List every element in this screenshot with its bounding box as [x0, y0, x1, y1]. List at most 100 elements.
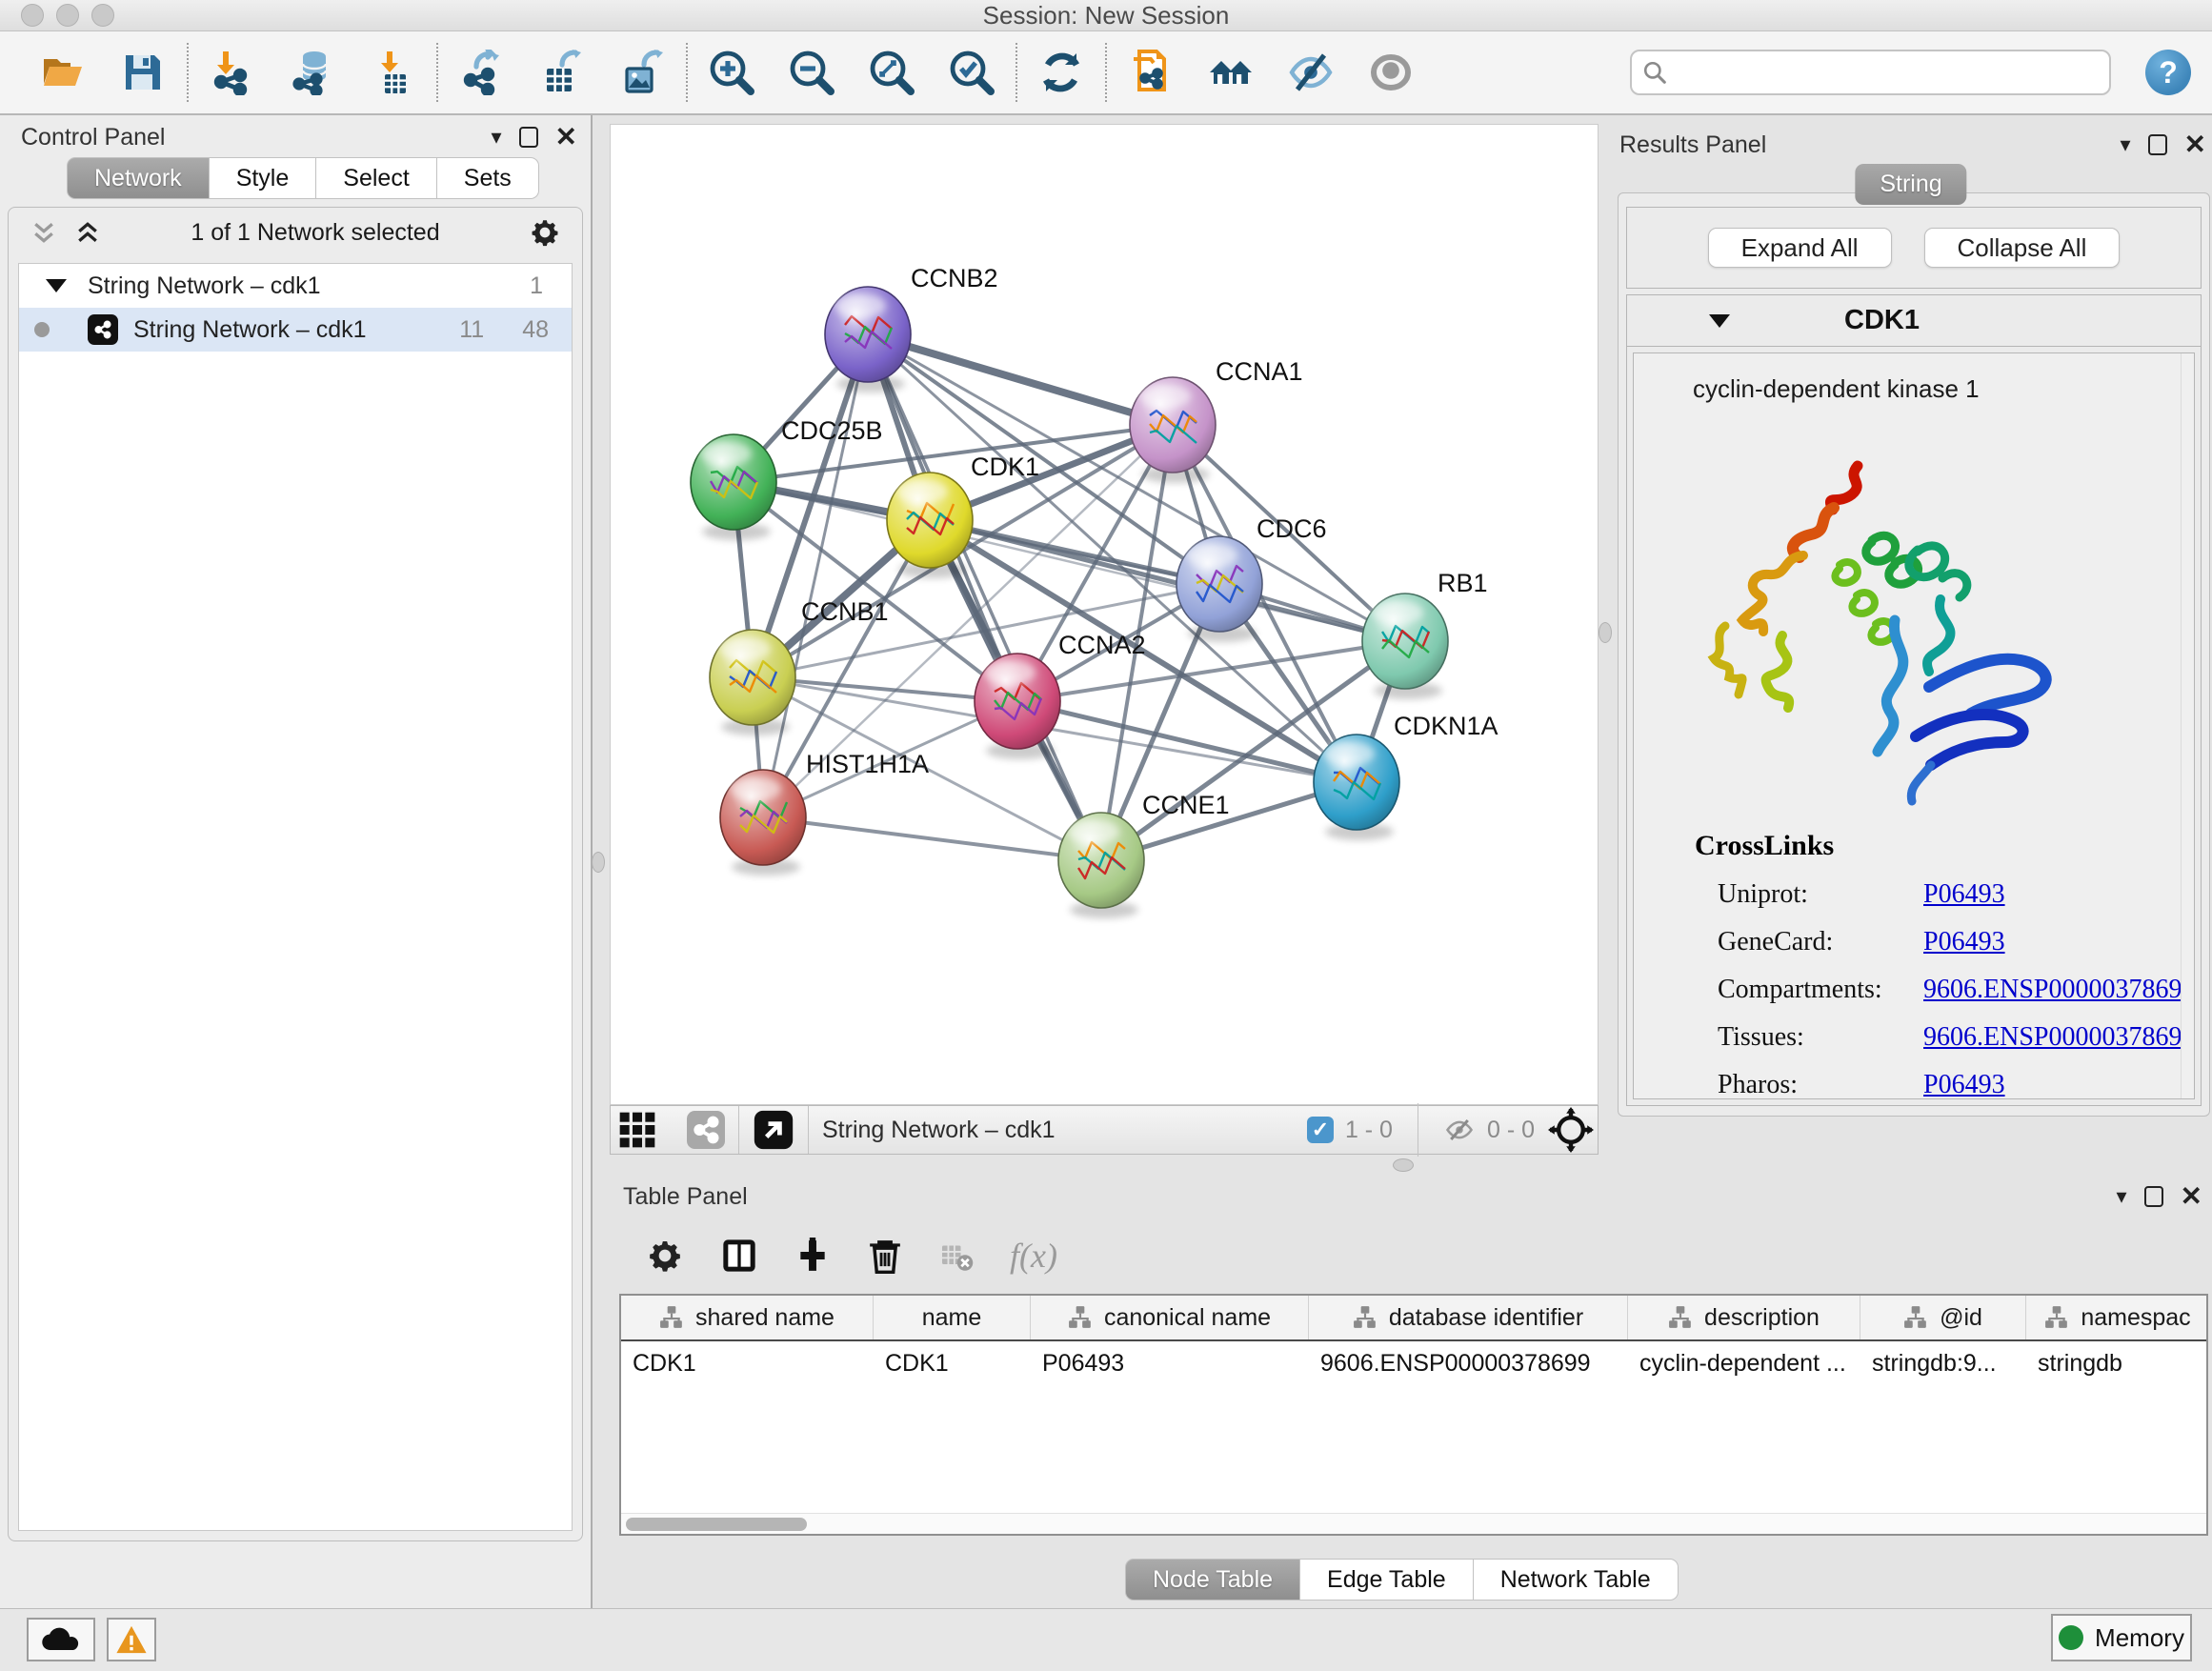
export-table-icon[interactable] [537, 46, 587, 99]
network-view[interactable]: CCNB2CCNA1CDC25BCDK1CDC6RB1CCNB1CCNA2CDK… [610, 124, 1599, 1105]
column-header-name[interactable]: name [874, 1296, 1031, 1339]
table-options-gear-icon[interactable] [646, 1237, 684, 1275]
network-node-cdk1[interactable]: CDK1 [887, 453, 1039, 578]
tab-edge-table[interactable]: Edge Table [1300, 1559, 1474, 1601]
panel-collapse-icon[interactable]: ▾ [491, 127, 501, 148]
birds-eye-icon[interactable] [1546, 1103, 1596, 1157]
network-edge[interactable] [763, 817, 1101, 860]
memory-button[interactable]: Memory [2051, 1614, 2192, 1661]
grid-view-icon[interactable] [618, 1103, 656, 1157]
selected-checkbox-icon[interactable]: ✓ [1307, 1117, 1334, 1143]
tab-network[interactable]: Network [67, 157, 210, 199]
crosslink-link[interactable]: 9606.ENSP00000378699 [1923, 975, 2195, 1005]
network-row[interactable]: String Network – cdk1 11 48 [19, 308, 572, 352]
tab-string[interactable]: String [1855, 164, 1966, 205]
zoom-fit-icon[interactable] [867, 46, 916, 99]
panel-close-icon[interactable]: ✕ [555, 124, 577, 151]
table-cell[interactable]: stringdb:9... [1860, 1350, 2026, 1378]
panel-close-icon[interactable]: ✕ [2181, 1183, 2202, 1210]
network-node-rb1[interactable]: RB1 [1362, 569, 1488, 699]
panel-float-icon[interactable] [2148, 134, 2167, 155]
tab-sets[interactable]: Sets [437, 157, 539, 199]
tab-style[interactable]: Style [210, 157, 317, 199]
network-node-ccnb1[interactable]: CCNB1 [710, 597, 889, 735]
add-column-icon[interactable] [794, 1238, 831, 1274]
table-hscrollbar[interactable] [621, 1513, 2206, 1534]
gene-header[interactable]: CDK1 [1627, 295, 2201, 347]
column-header-label: shared name [695, 1304, 835, 1332]
column-header-namespac[interactable]: namespac [2026, 1296, 2208, 1339]
network-collection-row[interactable]: String Network – cdk1 1 [19, 264, 572, 308]
string-home-icon[interactable] [1206, 46, 1256, 99]
save-session-icon[interactable] [118, 46, 168, 99]
zoom-out-icon[interactable] [787, 46, 836, 99]
column-header-shared-name[interactable]: shared name [621, 1296, 874, 1339]
share-document-icon[interactable] [1126, 46, 1176, 99]
table-cell[interactable]: CDK1 [621, 1350, 874, 1378]
detach-view-icon[interactable] [753, 1103, 794, 1157]
zoom-in-icon[interactable] [707, 46, 756, 99]
import-network-file-icon[interactable] [208, 46, 257, 99]
panel-collapse-icon[interactable]: ▾ [2120, 134, 2130, 155]
network-node-cdc6[interactable]: CDC6 [1176, 514, 1327, 642]
network-options-gear-icon[interactable] [529, 216, 561, 249]
string-view-icon[interactable] [687, 1103, 725, 1157]
results-scrollbar[interactable] [2181, 353, 2194, 1098]
table-cell[interactable]: cyclin-dependent ... [1628, 1350, 1860, 1378]
network-node-ccne1[interactable]: CCNE1 [1058, 791, 1230, 918]
crosslink-link[interactable]: P06493 [1923, 879, 2005, 910]
export-network-icon[interactable] [457, 46, 507, 99]
column-header-database-identifier[interactable]: database identifier [1309, 1296, 1628, 1339]
expand-all-icon[interactable] [73, 218, 102, 247]
table-cell[interactable]: CDK1 [874, 1350, 1031, 1378]
delete-column-icon[interactable] [867, 1238, 903, 1274]
tab-network-table[interactable]: Network Table [1474, 1559, 1679, 1601]
panel-float-icon[interactable] [519, 127, 538, 148]
zoom-selected-icon[interactable] [947, 46, 996, 99]
open-session-icon[interactable] [38, 46, 88, 99]
crosslink-link[interactable]: P06493 [1923, 1070, 2005, 1099]
eye-icon[interactable] [1366, 46, 1416, 99]
import-table-file-icon[interactable] [368, 46, 417, 99]
panel-collapse-icon[interactable]: ▾ [2116, 1186, 2126, 1207]
panel-close-icon[interactable]: ✕ [2184, 131, 2206, 158]
show-columns-icon[interactable] [720, 1237, 758, 1275]
import-network-database-icon[interactable] [288, 46, 337, 99]
collapse-all-button[interactable]: Collapse All [1924, 228, 2121, 268]
collection-expander-icon[interactable] [46, 279, 67, 292]
table-cell[interactable]: 9606.ENSP00000378699 [1309, 1350, 1628, 1378]
column-header-canonical-name[interactable]: canonical name [1031, 1296, 1309, 1339]
network-edge[interactable] [930, 520, 1405, 641]
table-cell[interactable]: P06493 [1031, 1350, 1309, 1378]
network-node-hist1h1a[interactable]: HIST1H1A [720, 750, 929, 876]
export-image-icon[interactable] [617, 46, 667, 99]
table-cell[interactable]: stringdb [2026, 1350, 2208, 1378]
toolbar-divider [1105, 43, 1107, 102]
table-row[interactable]: CDK1CDK1P064939606.ENSP00000378699cyclin… [621, 1341, 2206, 1385]
toolbar-divider [436, 43, 438, 102]
column-header-description[interactable]: description [1628, 1296, 1860, 1339]
horizontal-splitter-handle[interactable] [1393, 1158, 1414, 1172]
cloud-button[interactable] [27, 1618, 95, 1661]
network-graph[interactable]: CCNB2CCNA1CDC25BCDK1CDC6RB1CCNB1CCNA2CDK… [611, 125, 1598, 1104]
expand-all-button[interactable]: Expand All [1708, 228, 1892, 268]
crosslink-link[interactable]: 9606.ENSP00000378699 [1923, 1022, 2195, 1053]
network-node-cdkn1a[interactable]: CDKN1A [1314, 712, 1498, 840]
refresh-icon[interactable] [1036, 46, 1086, 99]
scrollbar-thumb[interactable] [626, 1518, 807, 1531]
tab-select[interactable]: Select [316, 157, 436, 199]
collapse-all-icon[interactable] [30, 218, 58, 247]
toolbar-divider [686, 43, 688, 102]
column-header--id[interactable]: @id [1860, 1296, 2026, 1339]
gene-expander-icon[interactable] [1709, 314, 1730, 328]
help-icon[interactable]: ? [2145, 50, 2191, 95]
network-edge[interactable] [868, 334, 1101, 860]
search-input[interactable] [1630, 50, 2111, 95]
hide-eye-icon[interactable] [1286, 46, 1336, 99]
panel-float-icon[interactable] [2144, 1186, 2163, 1207]
crosslink-link[interactable]: P06493 [1923, 927, 2005, 957]
network-edge[interactable] [868, 334, 1173, 425]
vertical-splitter-handle[interactable] [592, 852, 605, 873]
warnings-button[interactable] [107, 1618, 156, 1661]
tab-node-table[interactable]: Node Table [1125, 1559, 1300, 1601]
